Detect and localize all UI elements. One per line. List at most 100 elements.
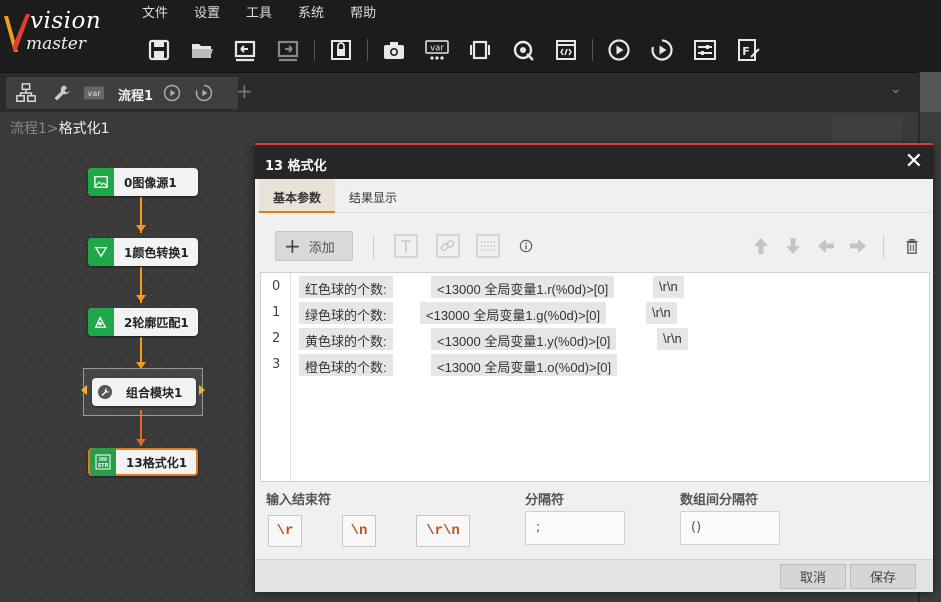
format-terminator-chip[interactable]: \r\n	[657, 328, 688, 350]
format-variable-chip[interactable]: <13000 全局变量1.g(%0d)>[0]	[420, 302, 607, 324]
menu-settings[interactable]: 设置	[184, 0, 230, 22]
export-icon[interactable]	[271, 33, 305, 67]
info-icon[interactable]	[513, 233, 539, 259]
insert-cr-button[interactable]: \r	[268, 515, 302, 547]
insert-crlf-button[interactable]: \r\n	[416, 515, 470, 547]
connector-arrow	[199, 385, 205, 395]
process-tab-label[interactable]: 流程1	[118, 85, 153, 104]
node-label: 13格式化1	[126, 455, 188, 470]
settings-icon[interactable]	[688, 33, 722, 67]
toolbar-separator	[314, 39, 315, 61]
format-toolbar: + 添加	[255, 213, 933, 273]
import-icon[interactable]	[228, 33, 262, 67]
table-icon[interactable]	[475, 233, 501, 259]
contour-match-icon	[88, 308, 114, 336]
array-separator-input[interactable]: ()	[680, 511, 780, 545]
svg-text:STR: STR	[98, 463, 109, 469]
lock-icon[interactable]	[324, 33, 358, 67]
format-editor[interactable]: 0 红色球的个数: <13000 全局变量1.r(%0d)>[0] \r\n 1…	[260, 272, 930, 482]
menu-file[interactable]: 文件	[132, 0, 178, 22]
node-color-convert[interactable]: 1颜色转换1	[88, 238, 198, 266]
toolbar-separator	[883, 235, 884, 259]
dialog-title: 13 格式化	[255, 145, 933, 179]
line-number: 0	[272, 279, 281, 294]
form-icon[interactable]: F	[731, 33, 765, 67]
line-number: 1	[272, 305, 281, 320]
script-icon[interactable]	[549, 33, 583, 67]
node-format[interactable]: STR 13格式化1	[88, 448, 198, 476]
format-variable-chip[interactable]: <13000 全局变量1.y(%0d)>[0]	[431, 328, 617, 350]
line-number: 3	[272, 357, 281, 372]
node-combined-module[interactable]: 组合模块1	[92, 378, 196, 406]
add-button[interactable]: + 添加	[275, 231, 353, 261]
separator-input[interactable]: ;	[525, 511, 625, 545]
tab-result-display[interactable]: 结果显示	[335, 179, 411, 213]
format-label-chip[interactable]: 红色球的个数:	[299, 276, 393, 298]
app-logo: vision master	[0, 0, 132, 72]
camera-icon[interactable]	[377, 33, 411, 67]
format-label-chip[interactable]: 橙色球的个数:	[299, 354, 393, 376]
input-end-label: 输入结束符	[266, 493, 332, 508]
format-variable-chip[interactable]: <13000 全局变量1.r(%0d)>[0]	[431, 276, 615, 298]
process-tab-row: var 流程1 + ⌄	[0, 72, 941, 112]
move-up-icon[interactable]	[748, 233, 774, 259]
toolbar-separator	[367, 39, 368, 61]
chevron-down-icon[interactable]: ⌄	[890, 81, 902, 97]
wrench-icon	[92, 378, 118, 406]
open-folder-icon[interactable]	[185, 33, 219, 67]
format-label-chip[interactable]: 黄色球的个数:	[299, 328, 393, 350]
connector-arrow	[81, 385, 87, 395]
add-button-label: 添加	[308, 240, 335, 256]
format-terminator-chip[interactable]: \r\n	[646, 302, 677, 324]
node-image-source[interactable]: 0图像源1	[88, 168, 198, 196]
text-icon[interactable]	[393, 233, 419, 259]
color-convert-icon	[88, 238, 114, 266]
save-icon[interactable]	[142, 33, 176, 67]
str-icon: STR	[90, 448, 116, 476]
process-tree-icon[interactable]	[14, 81, 38, 105]
cancel-button[interactable]: 取消	[780, 564, 846, 589]
run-loop-icon[interactable]	[192, 81, 216, 105]
separator-label: 分隔符	[525, 493, 565, 508]
variable-icon[interactable]: var	[420, 33, 454, 67]
move-down-icon[interactable]	[780, 233, 806, 259]
link-icon[interactable]	[435, 233, 461, 259]
menu-help[interactable]: 帮助	[340, 0, 386, 22]
node-label: 1颜色转换1	[124, 245, 189, 260]
run-once-icon[interactable]	[160, 81, 184, 105]
format-label-chip[interactable]: 绿色球的个数:	[299, 302, 393, 324]
variable-icon[interactable]: var	[82, 81, 106, 105]
run-loop-icon[interactable]	[645, 33, 679, 67]
run-once-icon[interactable]	[602, 33, 636, 67]
toolbar-separator	[592, 39, 593, 61]
breadcrumb-parent[interactable]: 流程1	[10, 121, 47, 137]
save-button[interactable]: 保存	[850, 564, 916, 589]
menu-system[interactable]: 系统	[288, 0, 334, 22]
format-dialog: 13 格式化 ✕ 基本参数 结果显示 + 添加 0 红色球的个数: <13000 …	[255, 143, 933, 592]
svg-text:var: var	[87, 88, 101, 98]
move-left-icon[interactable]	[813, 233, 839, 259]
node-label: 2轮廓匹配1	[124, 315, 189, 330]
node-contour-match[interactable]: 2轮廓匹配1	[88, 308, 198, 336]
dialog-tabs: 基本参数 结果显示	[255, 179, 933, 213]
tab-process-1[interactable]: var 流程1	[6, 77, 238, 109]
global-trigger-icon[interactable]	[506, 33, 540, 67]
svg-text:F: F	[742, 45, 750, 58]
insert-lf-button[interactable]: \n	[342, 515, 376, 547]
connector-arrow	[136, 295, 146, 302]
close-icon[interactable]: ✕	[905, 149, 923, 174]
line-number: 2	[272, 331, 281, 346]
format-variable-chip[interactable]: <13000 全局变量1.o(%0d)>[0]	[431, 354, 618, 376]
breadcrumb-current: 格式化1	[58, 121, 110, 137]
controller-icon[interactable]	[463, 33, 497, 67]
menu-tools[interactable]: 工具	[236, 0, 282, 22]
dialog-footer: 取消 保存	[255, 559, 933, 592]
format-terminator-chip[interactable]: \r\n	[653, 276, 684, 298]
add-tab-plus-icon[interactable]: +	[236, 79, 253, 103]
delete-icon[interactable]	[899, 233, 925, 259]
wrench-icon[interactable]	[50, 81, 74, 105]
move-right-icon[interactable]	[845, 233, 871, 259]
tab-basic-params[interactable]: 基本参数	[259, 179, 336, 213]
breadcrumb-separator: >	[46, 121, 59, 137]
node-label: 组合模块1	[126, 385, 183, 400]
